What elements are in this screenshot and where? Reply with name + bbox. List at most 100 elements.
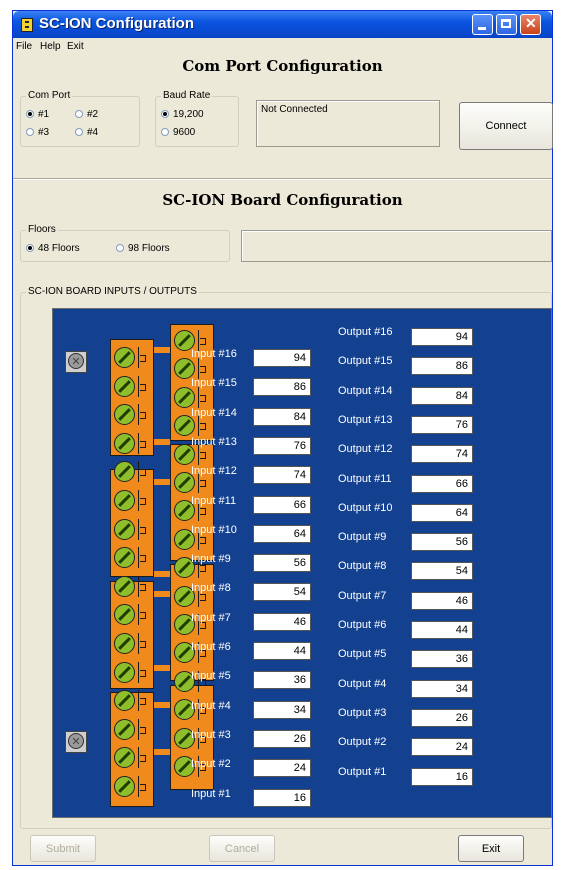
radio-label: #4 [87,127,99,138]
connector-bar [154,439,170,445]
maximize-icon[interactable] [496,14,517,35]
terminal-clip-icon [138,633,146,654]
output-label: Output #6 [338,619,387,631]
output-value-field[interactable]: 24 [411,738,473,757]
output-value-field[interactable]: 56 [411,533,473,552]
radio-com-1[interactable]: #1 [26,109,49,120]
radio-com-3[interactable]: #3 [26,127,49,138]
output-value-field[interactable]: 26 [411,708,473,727]
terminal-clip-icon [138,718,146,740]
input-value-field[interactable]: 36 [253,671,311,690]
radio-checked-icon [161,110,169,119]
menu-bar: File Help Exit [13,38,552,56]
screw-terminal-icon [114,718,135,740]
submit-button[interactable]: Submit [30,835,96,862]
input-value-field[interactable]: 94 [253,349,311,367]
connector-bar [154,749,170,755]
output-value-field[interactable]: 16 [411,767,473,786]
input-value-field[interactable]: 74 [253,466,311,485]
menu-exit[interactable]: Exit [67,41,84,52]
radio-label: 48 Floors [38,243,80,254]
output-label: Output #4 [338,677,387,690]
terminal-clip-icon [138,432,146,454]
terminal-clip-icon [138,661,146,683]
minimize-icon[interactable] [472,14,493,35]
radio-98-floors[interactable]: 98 Floors [116,243,170,254]
input-value-field[interactable]: 44 [253,642,311,660]
radio-48-floors[interactable]: 48 Floors [26,243,80,254]
connector-bar [154,702,170,708]
radio-baud-9600[interactable]: 9600 [161,127,195,138]
terminal-clip-icon [138,347,146,368]
terminal-clip-icon [138,747,146,769]
output-label: Output #9 [338,531,387,544]
input-value-field[interactable]: 84 [253,407,311,426]
baud-rate-legend: Baud Rate [161,90,213,101]
screw-terminal-icon [114,490,135,511]
screw-terminal-icon [114,575,135,597]
input-value-field[interactable]: 34 [253,700,311,719]
exit-button[interactable]: Exit [458,835,524,862]
radio-com-4[interactable]: #4 [75,127,98,138]
screw-terminal-icon [174,386,195,408]
output-label: Output #11 [338,472,392,485]
output-value-field[interactable]: 36 [411,650,473,669]
screw-terminal-icon [114,661,135,683]
output-value-field[interactable]: 66 [411,474,473,493]
screw-terminal-icon [114,776,135,797]
output-label: Output #5 [338,648,387,661]
input-label: Input #15 [191,377,237,390]
output-label: Output #7 [338,589,387,602]
output-value-field[interactable]: 76 [411,415,473,434]
input-value-field[interactable]: 54 [253,583,311,602]
output-value-field[interactable]: 54 [411,562,473,581]
output-value-field[interactable]: 74 [411,445,473,464]
connector-bar [154,665,170,671]
output-label: Output #16 [338,326,393,338]
input-label: Input #12 [191,465,237,478]
input-label: Input #5 [191,670,231,683]
input-label: Input #6 [191,641,231,653]
radio-label: #3 [38,127,50,138]
input-value-field[interactable]: 46 [253,612,311,631]
input-value-field[interactable]: 76 [253,436,311,455]
input-value-field[interactable]: 16 [253,788,311,807]
connection-status: Not Connected [256,100,440,147]
output-value-field[interactable]: 86 [411,357,473,376]
input-label: Input #14 [191,406,237,419]
input-value-field[interactable]: 86 [253,378,311,397]
input-value-field[interactable]: 64 [253,524,311,543]
io-legend: SC-ION BOARD INPUTS / OUTPUTS [26,286,199,297]
input-value-field[interactable]: 66 [253,495,311,514]
output-value-field[interactable]: 46 [411,591,473,610]
input-value-field[interactable]: 56 [253,554,311,573]
output-label: Output #8 [338,560,387,573]
terminal-clip-icon [138,547,146,569]
input-value-field[interactable]: 24 [253,759,311,778]
connect-button[interactable]: Connect [459,102,553,150]
output-label: Output #1 [338,765,387,778]
close-icon[interactable] [520,14,541,35]
output-value-field[interactable]: 84 [411,386,473,405]
title-bar[interactable]: SC-ION Configuration [13,11,552,38]
menu-file[interactable]: File [16,41,32,52]
input-label: Input #9 [191,553,231,566]
input-label: Input #10 [191,523,237,536]
output-value-field[interactable]: 64 [411,503,473,522]
connector-bar [154,571,170,577]
output-label: Output #3 [338,706,387,719]
output-value-field[interactable]: 44 [411,621,473,639]
section-divider [13,178,552,180]
radio-unchecked-icon [75,128,83,137]
radio-unchecked-icon [26,128,34,137]
output-value-field[interactable]: 94 [411,328,473,346]
menu-help[interactable]: Help [40,41,61,52]
output-label: Output #10 [338,501,393,514]
cancel-button[interactable]: Cancel [209,835,275,862]
baud-rate-group: Baud Rate 19,200 9600 [155,90,239,147]
input-value-field[interactable]: 26 [253,729,311,748]
output-value-field[interactable]: 34 [411,679,473,698]
radio-com-2[interactable]: #2 [75,109,98,120]
radio-baud-19200[interactable]: 19,200 [161,109,204,120]
screw-terminal-icon [114,633,135,654]
